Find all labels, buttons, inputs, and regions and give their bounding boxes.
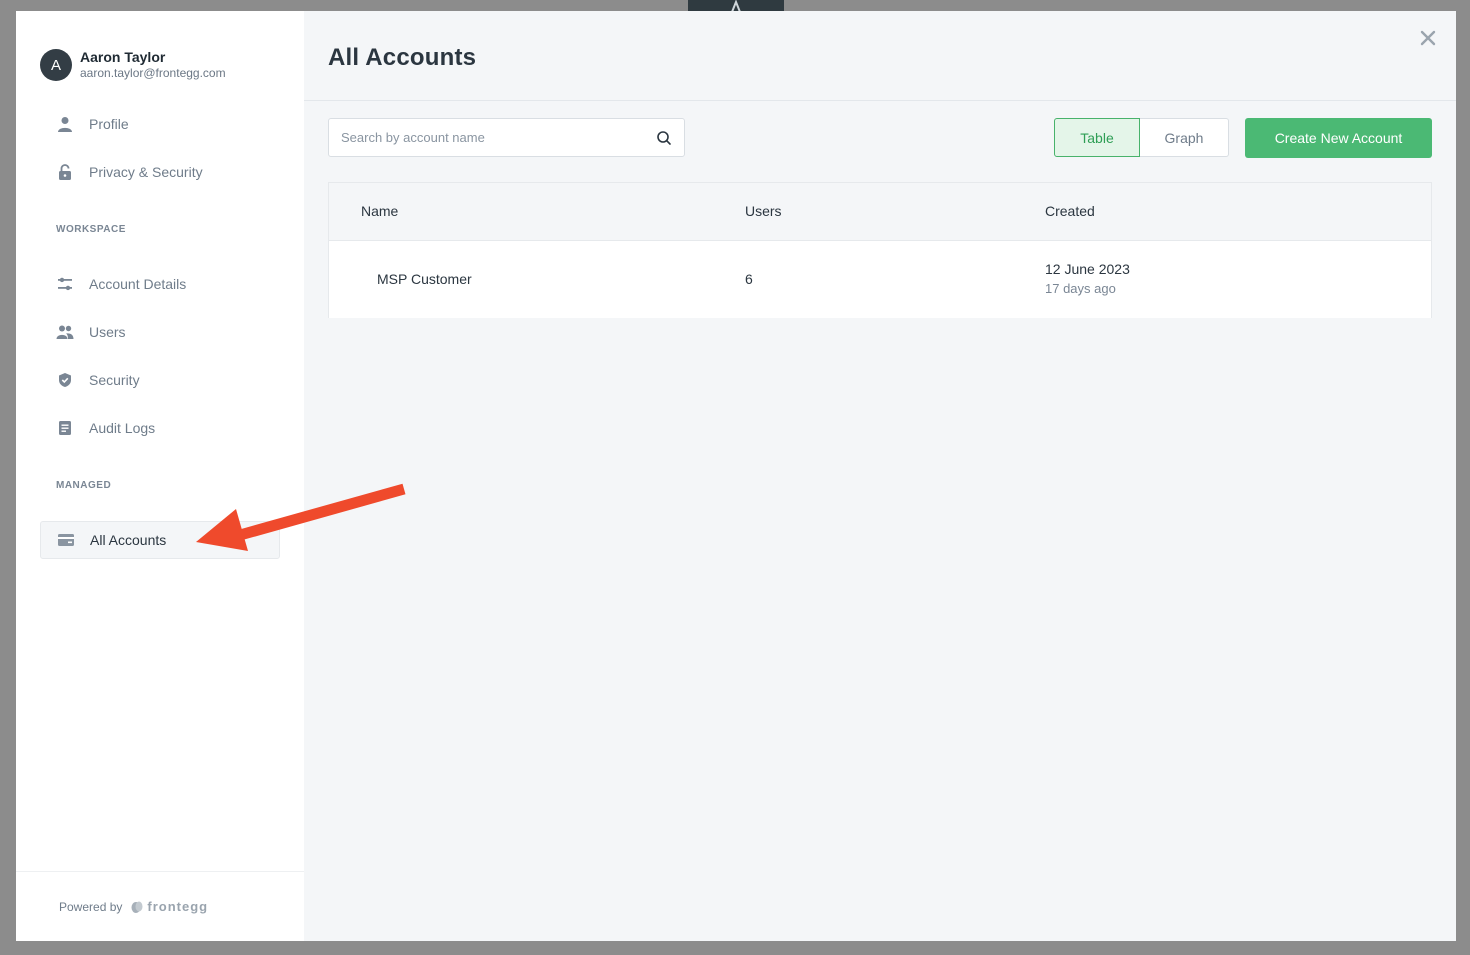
sidebar-item-account-details[interactable]: Account Details xyxy=(40,265,280,303)
sidebar-item-label: Privacy & Security xyxy=(89,164,203,180)
section-label-managed: MANAGED xyxy=(56,480,112,491)
sidebar-item-all-accounts[interactable]: All Accounts xyxy=(40,521,280,559)
user-info: Aaron Taylor aaron.taylor@frontegg.com xyxy=(80,49,226,81)
page-title: All Accounts xyxy=(328,44,477,71)
brand-name: frontegg xyxy=(147,899,209,914)
sidebar-item-profile[interactable]: Profile xyxy=(40,105,280,143)
column-header-users[interactable]: Users xyxy=(745,203,782,219)
sidebar-item-audit-logs[interactable]: Audit Logs xyxy=(40,409,280,447)
sidebar-item-label: Audit Logs xyxy=(89,420,156,436)
users-count-cell: 6 xyxy=(745,271,753,287)
sidebar-item-security[interactable]: Security xyxy=(40,361,280,399)
user-email: aaron.taylor@frontegg.com xyxy=(80,66,226,80)
close-button[interactable] xyxy=(1418,28,1438,48)
account-name-cell: MSP Customer xyxy=(377,271,472,287)
search-input[interactable] xyxy=(329,118,644,157)
sliders-icon xyxy=(56,275,74,293)
view-toggle: Table Graph xyxy=(1054,118,1229,157)
avatar: A xyxy=(40,49,72,81)
accounts-table: Name Users Created MSP Customer 6 12 Jun… xyxy=(328,182,1432,318)
frontegg-logo: frontegg xyxy=(130,899,208,914)
header-divider xyxy=(304,100,1456,101)
sidebar-item-privacy-security[interactable]: Privacy & Security xyxy=(40,153,280,191)
sidebar: A Aaron Taylor aaron.taylor@frontegg.com… xyxy=(16,11,304,941)
frontegg-logo-icon xyxy=(131,901,143,913)
document-icon xyxy=(56,419,74,437)
sidebar-item-label: Users xyxy=(89,324,126,340)
powered-by-footer: Powered by frontegg xyxy=(16,871,304,941)
sidebar-item-users[interactable]: Users xyxy=(40,313,280,351)
powered-by-text: Powered by xyxy=(59,899,123,914)
sidebar-item-label: Security xyxy=(89,372,140,388)
sidebar-item-label: Profile xyxy=(89,116,129,132)
lock-icon xyxy=(56,163,74,181)
user-profile-header: A Aaron Taylor aaron.taylor@frontegg.com xyxy=(40,49,226,81)
person-icon xyxy=(56,115,74,133)
main-content: All Accounts Table Graph Create New Acco… xyxy=(304,11,1456,941)
shield-icon xyxy=(56,371,74,389)
sidebar-item-label: All Accounts xyxy=(90,532,167,548)
created-date-cell: 12 June 2023 xyxy=(1045,261,1130,277)
users-icon xyxy=(56,323,74,341)
table-view-button[interactable]: Table xyxy=(1054,118,1140,157)
search-icon[interactable] xyxy=(644,130,684,146)
graph-view-button[interactable]: Graph xyxy=(1140,118,1229,157)
created-relative-cell: 17 days ago xyxy=(1045,281,1116,296)
close-icon xyxy=(1420,30,1436,46)
user-name: Aaron Taylor xyxy=(80,49,166,65)
create-new-account-button[interactable]: Create New Account xyxy=(1245,118,1432,158)
column-header-name[interactable]: Name xyxy=(361,203,398,219)
column-header-created[interactable]: Created xyxy=(1045,203,1095,219)
sidebar-item-label: Account Details xyxy=(89,276,187,292)
section-label-workspace: WORKSPACE xyxy=(56,224,126,235)
table-row[interactable]: MSP Customer 6 12 June 2023 17 days ago xyxy=(329,241,1431,318)
table-header: Name Users Created xyxy=(329,183,1431,241)
account-settings-modal: A Aaron Taylor aaron.taylor@frontegg.com… xyxy=(16,11,1456,941)
card-icon xyxy=(57,531,75,549)
search-box xyxy=(328,118,685,157)
